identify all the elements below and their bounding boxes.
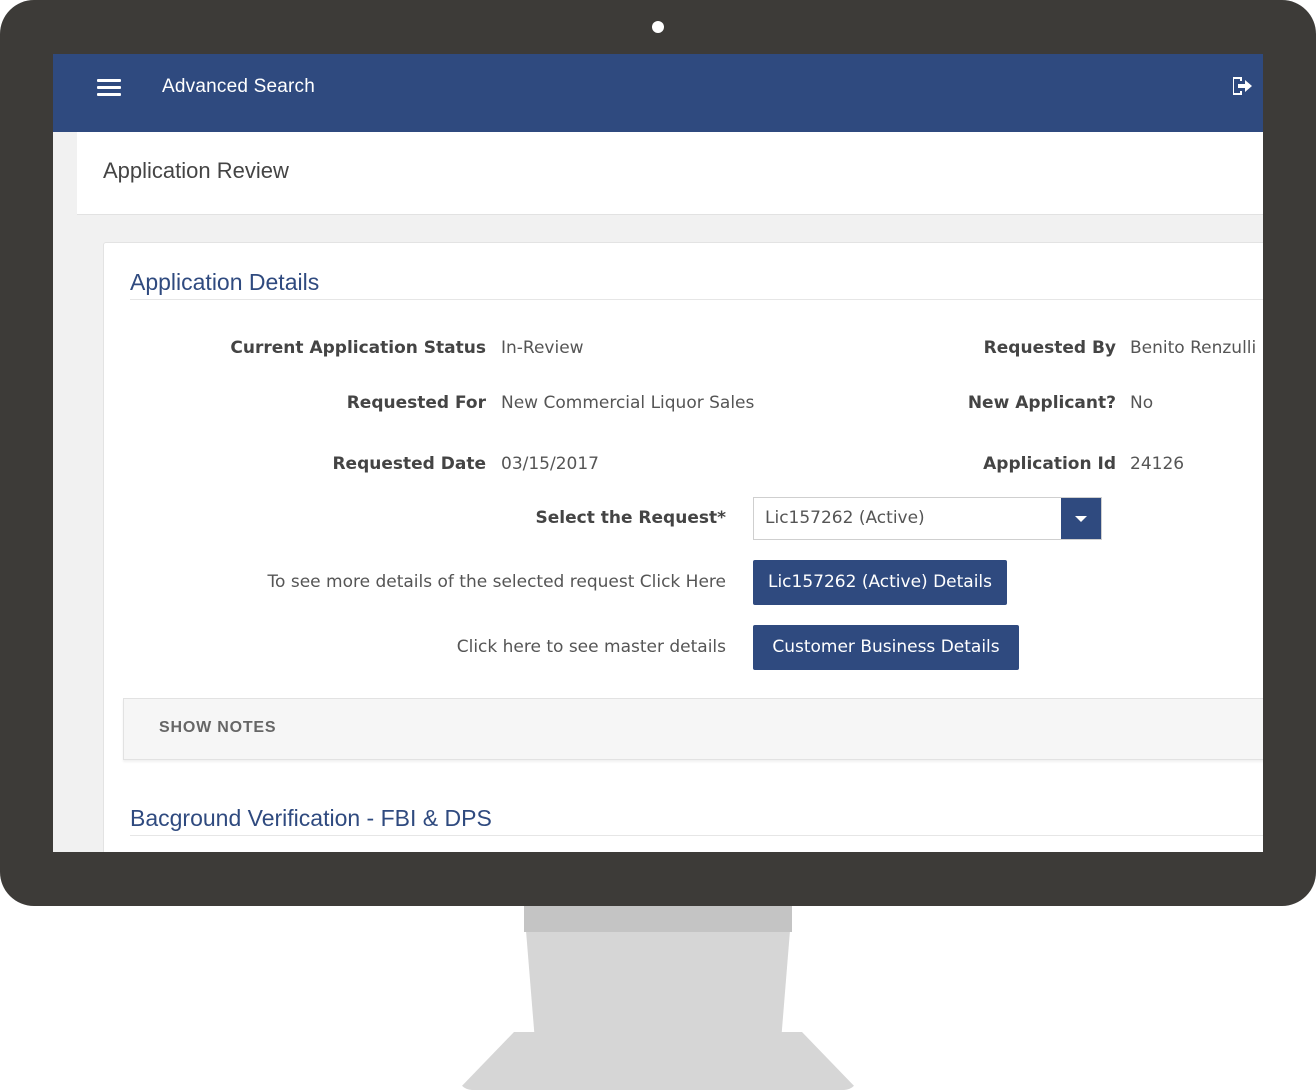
requested-by-value: Benito Renzulli — [1130, 338, 1257, 358]
new-applicant-value: No — [1130, 393, 1154, 413]
app-screen: Advanced Search Application Review Appli… — [53, 54, 1263, 852]
application-details-card: Application Details Current Application … — [103, 242, 1263, 852]
hamburger-menu-icon[interactable] — [97, 79, 121, 97]
section-divider — [130, 299, 1263, 300]
section-divider — [130, 835, 1263, 836]
application-details-heading: Application Details — [130, 269, 320, 295]
request-details-button[interactable]: Lic157262 (Active) Details — [753, 560, 1007, 605]
more-details-hint: To see more details of the selected requ… — [267, 572, 726, 592]
customer-business-details-button[interactable]: Customer Business Details — [753, 625, 1019, 670]
topbar-title[interactable]: Advanced Search — [162, 76, 315, 98]
chevron-down-icon[interactable] — [1061, 498, 1101, 539]
requested-for-value: New Commercial Liquor Sales — [501, 393, 755, 413]
application-id-value: 24126 — [1130, 454, 1185, 474]
background-verification-heading: Bacground Verification - FBI & DPS — [130, 805, 492, 831]
page-header: Application Review — [77, 132, 1263, 215]
current-status-value: In-Review — [501, 338, 584, 358]
requested-date-value: 03/15/2017 — [501, 454, 599, 474]
request-select-value: Lic157262 (Active) — [765, 508, 925, 528]
show-notes-panel[interactable]: SHOW NOTES — [123, 698, 1263, 760]
logout-icon[interactable] — [1229, 74, 1253, 98]
current-status-label: Current Application Status — [230, 338, 486, 358]
select-request-label: Select the Request* — [535, 508, 727, 528]
monitor-frame: Advanced Search Application Review Appli… — [0, 0, 1316, 906]
master-details-hint: Click here to see master details — [456, 637, 726, 657]
requested-for-label: Requested For — [346, 393, 486, 413]
new-applicant-label: New Applicant? — [967, 393, 1116, 413]
top-navbar: Advanced Search — [53, 54, 1263, 132]
monitor-stand-base — [458, 1032, 858, 1090]
requested-date-label: Requested Date — [332, 454, 486, 474]
monitor-stand-shadow — [524, 906, 792, 932]
requested-by-label: Requested By — [983, 338, 1116, 358]
show-notes-label: SHOW NOTES — [159, 719, 277, 736]
application-id-label: Application Id — [983, 454, 1116, 474]
camera-dot — [652, 21, 664, 33]
page-title: Application Review — [103, 158, 289, 183]
request-select[interactable]: Lic157262 (Active) — [753, 497, 1102, 540]
